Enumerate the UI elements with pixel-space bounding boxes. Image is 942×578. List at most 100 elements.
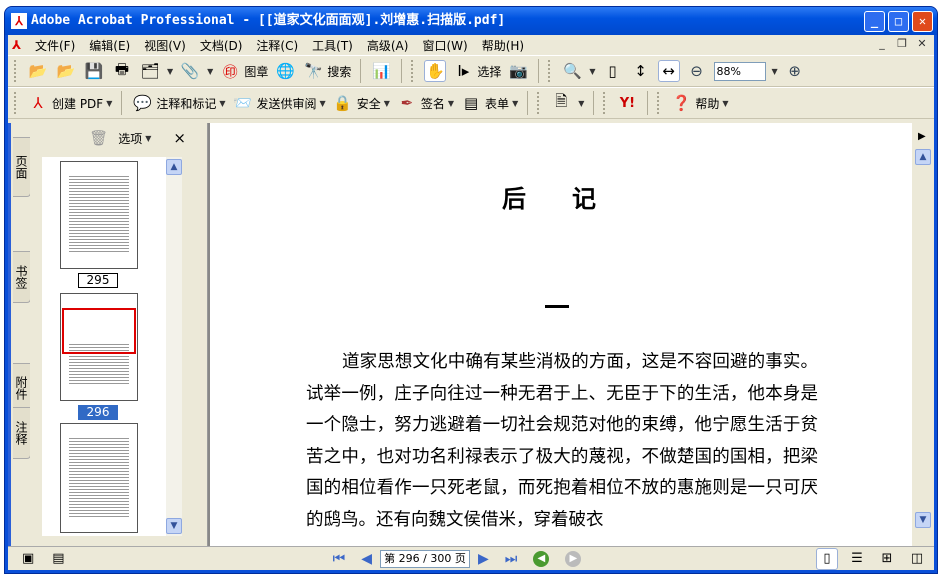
acrobat-window: ⅄ Adobe Acrobat Professional - [[道家文化面面观… [4,6,938,574]
yahoo-icon[interactable]: Y! [616,92,638,114]
close-button[interactable]: ✕ [912,11,933,32]
first-page-button[interactable]: ⏮ [333,551,346,567]
menu-advanced[interactable]: 高级(A) [360,37,416,54]
help-button[interactable]: ❓ 帮助 ▼ [670,92,729,114]
doc-close-button[interactable]: ✕ [914,37,930,51]
comment-label: 注释和标记 [156,96,217,111]
page-number-label: 295 [78,273,118,288]
security-label: 安全 [356,96,381,111]
document-text: 道家思想文化中确有某些消极的方面，这是不容回避的事实。试举一例，庄子向往过一种无… [306,352,818,530]
page-thumbnail[interactable] [60,161,138,269]
doc-restore-button[interactable]: ❐ [894,37,910,51]
zoom-out-icon[interactable]: ⊖ [686,60,708,82]
zoom-input[interactable]: 88% [713,61,766,81]
menu-view[interactable]: 视图(V) [137,37,193,54]
last-page-button[interactable]: ⏭ [505,551,518,567]
single-page-icon[interactable]: ▯ [816,547,838,570]
tab-bookmarks[interactable]: 书签 [13,251,31,303]
page-thumbnail[interactable] [60,423,138,533]
create-pdf-button[interactable]: ⅄ 创建 PDF ▼ [27,92,112,114]
next-view-button[interactable]: ▶ [565,550,582,567]
organizer-icon[interactable]: 📂 [55,60,77,82]
open-icon[interactable]: 📂 [27,60,49,82]
previous-page-button[interactable]: ◀ [361,551,372,567]
hand-tool-icon[interactable]: ✋ [424,60,447,82]
scroll-down-button[interactable]: ▼ [166,518,182,534]
help-icon: ❓ [672,94,691,112]
doc-scroll-up-button[interactable]: ▲ [915,149,931,165]
tab-comments[interactable]: 注释 [13,407,31,459]
maximize-button[interactable]: □ [888,11,909,32]
page-number-label-selected: 296 [78,405,118,420]
binoculars-icon: 🔭 [303,62,323,80]
attach-icon[interactable]: 📎 [179,60,201,82]
pen-icon: ✒ [400,94,414,112]
tab-pages[interactable]: 页面 [13,137,31,197]
snapshot-icon[interactable]: 📷 [507,60,529,82]
expand-panel-icon[interactable]: ▶ [918,131,926,142]
print-icon[interactable]: 🖶 [111,60,133,82]
scroll-up-button[interactable]: ▲ [166,159,182,175]
create-pdf-label: 创建 PDF [52,96,104,111]
help-label: 帮助 [695,96,720,111]
organize-icon[interactable]: 🗂 [139,60,161,82]
fit-width-icon[interactable]: ↔ [657,60,680,82]
panel-toggle-icon[interactable]: ▤ [52,551,64,566]
zoom-dropdown[interactable]: ▼ [772,67,778,76]
document-scrollbar[interactable]: ▶ ▲ ▼ [912,123,934,546]
pages-panel: 🗑 选项 ▼ × 295 296 ▲ ▼ [30,123,200,546]
page-only-icon[interactable]: ▣ [22,551,34,566]
create-chart-icon[interactable]: 📊 [370,60,392,82]
thumbnail-list: 295 296 ▲ ▼ [42,157,182,536]
tab-attachments[interactable]: 附件 [13,363,31,413]
doc-minimize-button[interactable]: _ [874,37,890,51]
menu-comments[interactable]: 注释(C) [249,37,305,54]
stamp-icon: ㊞ [222,62,238,81]
thumbnail-scrollbar[interactable]: ▲ ▼ [166,157,182,536]
actual-size-icon[interactable]: ▯ [602,60,624,82]
review-icon: 📨 [233,94,252,112]
send-review-button[interactable]: 📨 发送供审阅 ▼ [232,92,326,114]
create-pdf-icon: ⅄ [33,94,43,112]
next-page-button[interactable]: ▶ [478,551,489,567]
zoom-in-icon[interactable]: ⊕ [784,60,806,82]
trash-icon[interactable]: 🗑 [89,129,108,147]
facing-icon[interactable]: ◫ [906,548,928,570]
menu-file[interactable]: 文件(F) [28,37,82,54]
previous-view-button[interactable]: ◀ [533,550,550,567]
document-view: 后记 一 道家思想文化中确有某些消极的方面，这是不容回避的事实。试举一例，庄子向… [208,123,912,546]
panel-close-button[interactable]: × [173,129,186,147]
toolbar-tasks: ⅄ 创建 PDF ▼ 💬 注释和标记 ▼ 📨 发送供审阅 ▼ 🔒 安全 ▼ ✒ 签名 ▼ ▤ 表单 ▼ … [8,87,934,119]
stamp-label: 图章 [244,64,269,79]
menu-window[interactable]: 窗口(W) [415,37,474,54]
menu-help[interactable]: 帮助(H) [475,37,531,54]
form-icon: ▤ [463,94,479,112]
menu-document[interactable]: 文档(D) [193,37,250,54]
zoom-in-tool-icon[interactable]: 🔍 [561,60,583,82]
toolbar-grip[interactable] [14,60,17,82]
review-label: 发送供审阅 [256,96,317,111]
view-region-box[interactable] [62,308,136,354]
doc-scroll-down-button[interactable]: ▼ [915,512,931,528]
comment-markup-button[interactable]: 💬 注释和标记 ▼ [131,92,226,114]
continuous-facing-icon[interactable]: ⊞ [876,548,898,570]
fit-page-icon[interactable]: ↕ [630,60,652,82]
page-thumbnail-current[interactable] [60,293,138,401]
email-icon[interactable]: 🌐 [274,60,296,82]
continuous-icon[interactable]: ☰ [846,548,868,570]
minimize-button[interactable]: _ [864,11,885,32]
pages-icon[interactable]: 🗎 [550,92,572,114]
menu-tools[interactable]: 工具(T) [305,37,360,54]
stamp-button[interactable]: ㊞图章 [219,60,269,82]
menu-edit[interactable]: 编辑(E) [82,37,137,54]
page-number-field[interactable]: 第 296 / 300 页 [379,549,470,568]
sign-label: 签名 [420,96,445,111]
options-button[interactable]: 选项 ▼ [118,130,151,147]
panel-splitter[interactable] [200,123,208,546]
security-button[interactable]: 🔒 安全 ▼ [332,92,390,114]
save-icon[interactable]: 💾 [83,60,105,82]
search-button[interactable]: 🔭 搜索 [302,60,351,82]
select-tool-button[interactable]: I▸ 选择 [452,60,501,82]
forms-button[interactable]: ▤ 表单 ▼ [460,92,518,114]
sign-button[interactable]: ✒ 签名 ▼ [396,92,454,114]
